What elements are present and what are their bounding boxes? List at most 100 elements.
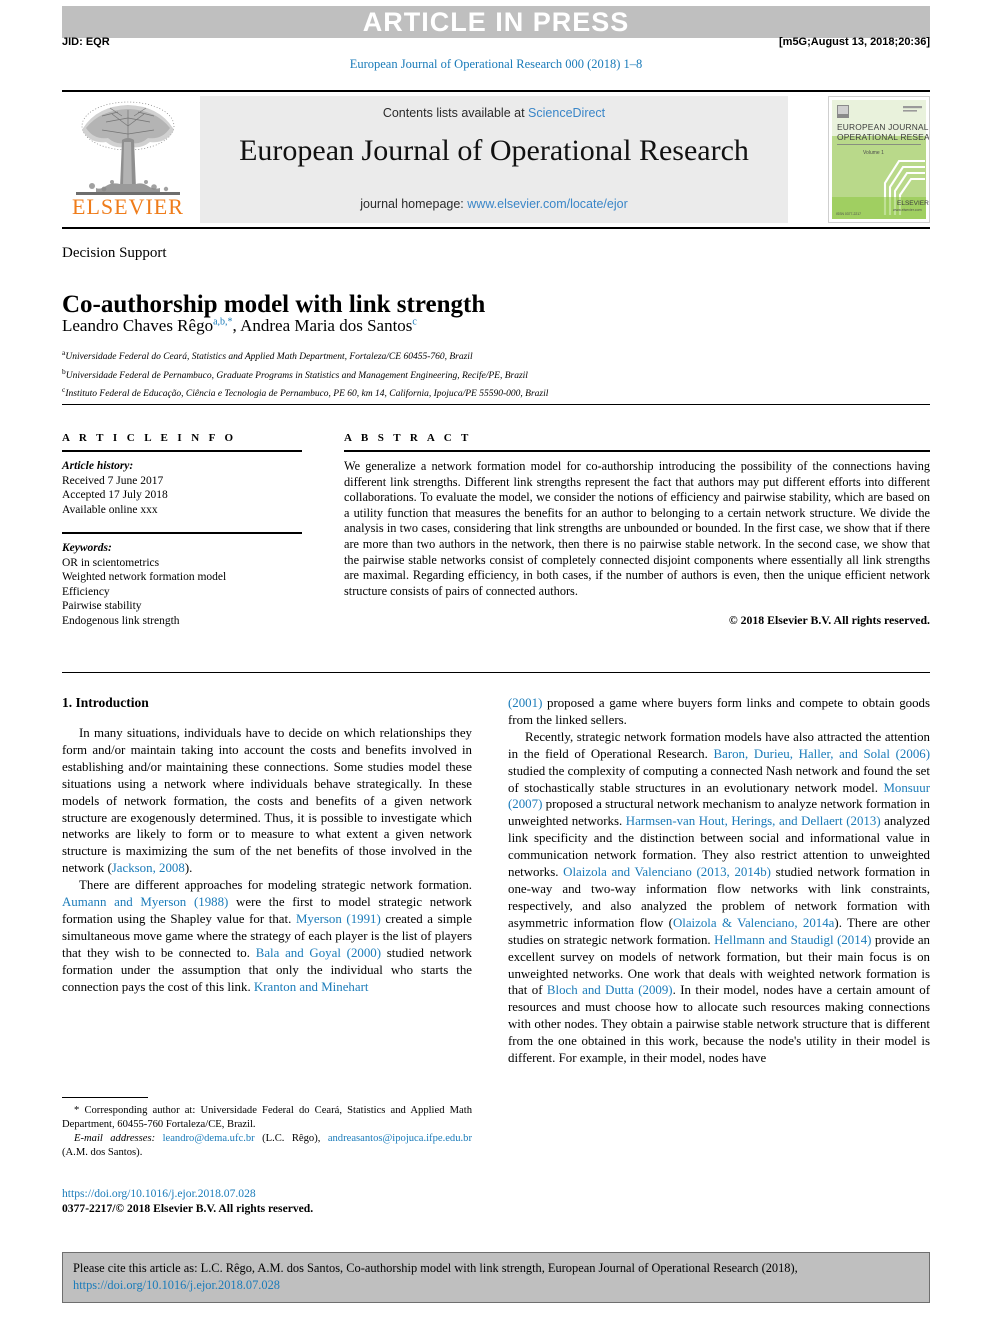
elsevier-tree-icon <box>76 101 180 195</box>
article-history-label: Article history: <box>62 460 134 472</box>
abstract-column: A B S T R A C T We generalize a network … <box>344 432 930 628</box>
journal-homepage-link[interactable]: www.elsevier.com/locate/ejor <box>467 197 627 211</box>
article-in-press-label: ARTICLE IN PRESS <box>362 7 630 37</box>
affiliation-item: aUniversidade Federal do Ceará, Statisti… <box>62 346 922 365</box>
issn-copyright-line: 0377-2217/© 2018 Elsevier B.V. All right… <box>62 1202 314 1215</box>
abstract-copyright: © 2018 Elsevier B.V. All rights reserved… <box>728 613 930 628</box>
affiliation-item: bUniversidade Federal de Pernambuco, Gra… <box>62 365 922 384</box>
article-page: ARTICLE IN PRESS JID: EQR [m5G;August 13… <box>0 0 992 1323</box>
article-info-column: A R T I C L E I N F O Article history: R… <box>62 432 302 628</box>
email-addresses-note: E-mail addresses: leandro@dema.ufc.br (L… <box>62 1132 472 1160</box>
typesetter-stamp-label: [m5G;August 13, 2018;20:36] <box>779 36 930 48</box>
contents-prefix: Contents lists available at <box>382 106 525 120</box>
please-cite-text: Please cite this article as: L.C. Rêgo, … <box>73 1261 798 1275</box>
keyword-item: OR in scientometrics <box>62 556 160 569</box>
journal-masthead: ELSEVIER Contents lists available at Sci… <box>62 90 930 229</box>
affiliation-text-c: Instituto Federal de Educação, Ciência e… <box>65 389 549 400</box>
author-list: Leandro Chaves Rêgoa,b,*, Andrea Maria d… <box>62 316 882 336</box>
svg-text:OPERATIONAL RESEARCH: OPERATIONAL RESEARCH <box>837 132 929 142</box>
article-received-date: Received 7 June 2017 <box>62 474 164 487</box>
divider-under-authors <box>62 404 930 405</box>
article-info-divider-top <box>62 450 302 452</box>
journal-title: European Journal of Operational Research <box>239 134 749 167</box>
page-title: Co-authorship model with link strength <box>62 290 486 318</box>
corresponding-author-note: * Corresponding author at: Universidade … <box>62 1104 472 1132</box>
svg-text:EUROPEAN JOURNAL OF: EUROPEAN JOURNAL OF <box>837 122 929 132</box>
abstract-divider <box>344 450 930 452</box>
body-paragraph: In many situations, individuals have to … <box>62 725 472 877</box>
sciencedirect-link[interactable]: ScienceDirect <box>528 106 605 120</box>
body-paragraph: There are different approaches for model… <box>62 877 472 995</box>
keyword-item: Endogenous link strength <box>62 614 180 627</box>
doi-block: https://doi.org/10.1016/j.ejor.2018.07.0… <box>62 1186 482 1216</box>
paragraph-text: In many situations, individuals have to … <box>62 726 472 876</box>
please-cite-box: Please cite this article as: L.C. Rêgo, … <box>62 1252 930 1303</box>
email-link-2[interactable]: andreasantos@ipojuca.ifpe.edu.br <box>328 1133 472 1144</box>
citation-link[interactable]: (2001) <box>508 696 542 710</box>
affiliation-list: aUniversidade Federal do Ceará, Statisti… <box>62 346 922 402</box>
article-in-press-banner: ARTICLE IN PRESS <box>62 6 930 38</box>
abstract-body-text: We generalize a network formation model … <box>344 459 930 598</box>
citation-link[interactable]: Olaizola & Valenciano, 2014a <box>673 916 834 930</box>
author-1-affil-marks[interactable]: a,b,* <box>213 316 232 327</box>
subject-section-label: Decision Support <box>62 245 167 261</box>
journal-id-label: JID: EQR <box>62 36 110 48</box>
keywords-block: Keywords: OR in scientometrics Weighted … <box>62 541 302 628</box>
citation-link[interactable]: Hellmann and Staudigl (2014) <box>714 933 871 947</box>
email-addresses-label: E-mail addresses: <box>74 1133 156 1144</box>
journal-homepage-line: journal homepage: www.elsevier.com/locat… <box>200 197 788 211</box>
article-available-online: Available online xxx <box>62 503 158 516</box>
keyword-item: Efficiency <box>62 585 110 598</box>
doi-link[interactable]: https://doi.org/10.1016/j.ejor.2018.07.0… <box>62 1186 482 1201</box>
article-accepted-date: Accepted 17 July 2018 <box>62 489 168 501</box>
citation-link[interactable]: Harmsen-van Hout, Herings, and Dellaert … <box>626 814 881 828</box>
affiliation-item: cInstituto Federal de Educação, Ciência … <box>62 383 922 402</box>
author-2-affil-marks[interactable]: c <box>412 316 416 327</box>
keyword-item: Weighted network formation model <box>62 571 227 583</box>
affiliation-text-a: Universidade Federal do Ceará, Statistic… <box>65 352 473 363</box>
email-owner-2: (A.M. dos Santos). <box>62 1147 143 1158</box>
paragraph-text: studied the complexity of computing a co… <box>508 763 930 795</box>
article-info-heading: A R T I C L E I N F O <box>62 432 237 444</box>
author-name-1: Leandro Chaves Rêgo <box>62 316 214 335</box>
citation-link[interactable]: Bloch and Dutta (2009) <box>547 983 673 997</box>
citation-link[interactable]: Baron, Durieu, Haller, and Solal (2006) <box>714 747 931 761</box>
elsevier-wordmark: ELSEVIER <box>72 194 184 219</box>
citation-link[interactable]: Bala and Goyal (2000) <box>256 946 381 960</box>
citation-link[interactable]: Myerson (1991) <box>296 912 381 926</box>
keyword-item: Pairwise stability <box>62 600 142 612</box>
paragraph-text: ). <box>184 861 193 876</box>
paragraph-text: proposed a game where buyers form links … <box>508 696 930 727</box>
body-column-left: 1. Introduction In many situations, indi… <box>62 695 472 996</box>
journal-cover-thumbnail: EUROPEAN JOURNAL OF OPERATIONAL RESEARCH… <box>828 96 930 223</box>
svg-text:www.elsevier.com: www.elsevier.com <box>893 208 922 212</box>
svg-text:ELSEVIER: ELSEVIER <box>897 200 929 207</box>
contents-available-line: Contents lists available at ScienceDirec… <box>200 106 788 120</box>
section-heading-introduction: 1. Introduction <box>62 695 149 710</box>
email-owner-1: (L.C. Rêgo), <box>262 1133 321 1144</box>
citation-link[interactable]: Kranton and Minehart <box>254 980 369 994</box>
body-column-right: (2001) proposed a game where buyers form… <box>508 695 930 1067</box>
please-cite-doi-link[interactable]: https://doi.org/10.1016/j.ejor.2018.07.0… <box>73 1278 280 1292</box>
paragraph-text: There are different approaches for model… <box>79 878 472 893</box>
citation-link[interactable]: Jackson, 2008 <box>112 861 185 875</box>
citation-link[interactable]: Olaizola and Valenciano (2013, 2014b) <box>563 865 771 879</box>
homepage-prefix: journal homepage: <box>360 197 464 211</box>
body-paragraph: (2001) proposed a game where buyers form… <box>508 695 930 729</box>
abstract-heading: A B S T R A C T <box>344 432 472 444</box>
author-separator: , <box>232 316 241 335</box>
elsevier-logo: ELSEVIER <box>62 96 194 222</box>
masthead-center-panel: Contents lists available at ScienceDirec… <box>200 96 788 223</box>
body-paragraph: Recently, strategic network formation mo… <box>508 729 930 1067</box>
running-head-citation: European Journal of Operational Research… <box>349 57 643 71</box>
citation-link[interactable]: Aumann and Myerson (1988) <box>62 895 228 909</box>
footnote-star-marker: * <box>74 1105 80 1116</box>
author-name-2: Andrea Maria dos Santos <box>240 316 413 335</box>
article-info-divider-keywords <box>62 532 302 534</box>
svg-text:ISSN 0377-2217: ISSN 0377-2217 <box>836 212 861 216</box>
footnote-divider <box>62 1097 148 1098</box>
article-history-block: Article history: Received 7 June 2017 Ac… <box>62 459 302 517</box>
footnote-block: * Corresponding author at: Universidade … <box>62 1104 472 1160</box>
email-link-1[interactable]: leandro@dema.ufc.br <box>163 1133 255 1144</box>
